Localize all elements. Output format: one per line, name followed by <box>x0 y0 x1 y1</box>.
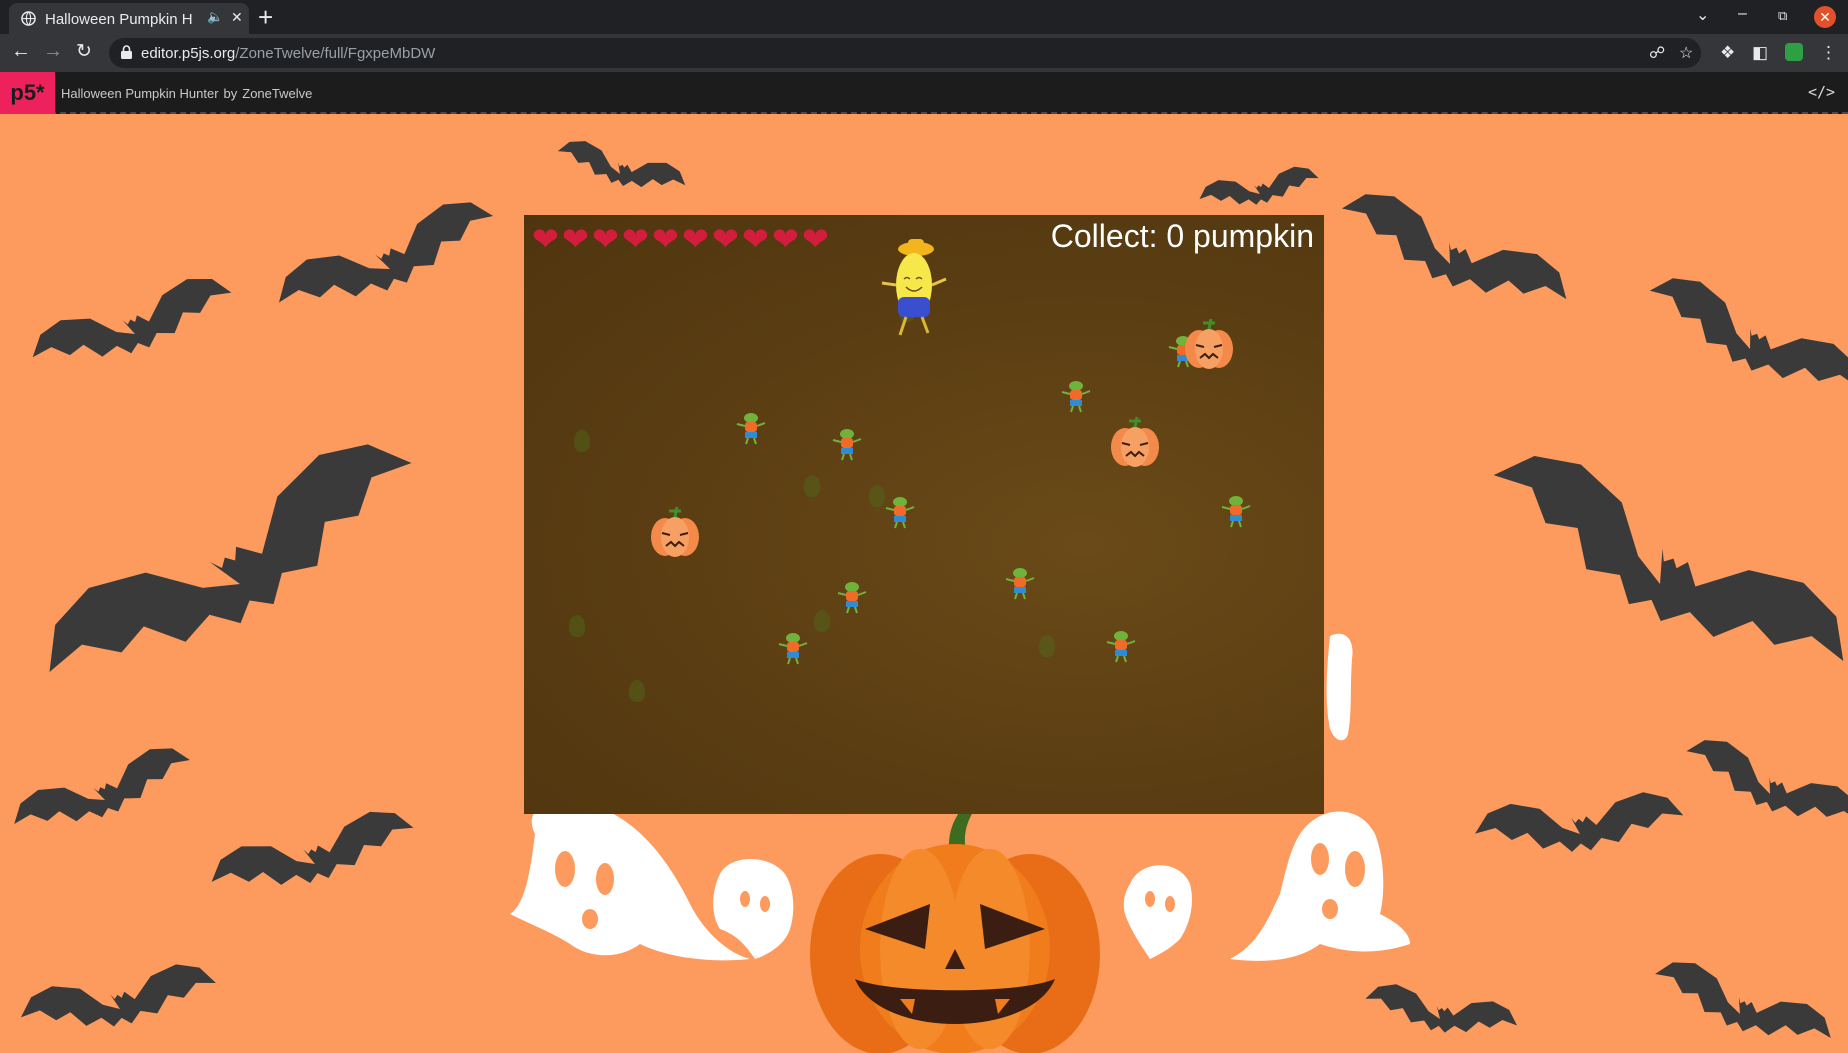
extension-icon[interactable] <box>1785 43 1803 61</box>
ghost <box>510 800 750 961</box>
game-canvas[interactable]: ❤ ❤ ❤ ❤ ❤ ❤ ❤ ❤ ❤ ❤ Collect: 0 pumpkin <box>524 215 1324 814</box>
minimize-icon[interactable]: – <box>1738 5 1747 23</box>
bat <box>24 267 240 383</box>
jack-o-lantern <box>810 804 1100 1053</box>
ghost <box>713 859 794 959</box>
bat <box>22 416 439 719</box>
bat <box>1472 788 1686 861</box>
bat <box>1637 264 1848 415</box>
url-host: editor.p5js.org <box>141 45 236 62</box>
bat <box>1361 979 1521 1045</box>
ghost <box>1230 811 1410 961</box>
bat <box>1196 162 1322 215</box>
window-close-button[interactable]: ✕ <box>1814 6 1836 28</box>
forward-icon[interactable]: → <box>43 40 63 63</box>
tab-title: Halloween Pumpkin H <box>45 11 193 28</box>
chevron-down-icon[interactable]: ⌄ <box>1696 5 1709 25</box>
bat <box>267 188 505 330</box>
bat <box>204 802 421 908</box>
bat <box>1677 729 1848 844</box>
bat <box>1330 179 1578 328</box>
url-text: editor.p5js.org/ZoneTwelve/full/FgxpeMbD… <box>141 45 435 62</box>
bat <box>6 737 199 847</box>
star-icon[interactable]: ☆ <box>1679 43 1693 63</box>
by-label: by <box>223 86 238 101</box>
new-tab-button[interactable]: + <box>258 3 273 31</box>
restore-icon[interactable]: ⧉ <box>1778 8 1787 24</box>
globe-icon <box>21 11 36 26</box>
speaker-icon[interactable]: 🔈 <box>207 9 223 25</box>
pumpkin-pickup <box>1109 415 1161 469</box>
menu-icon[interactable]: ⋮ <box>1820 43 1837 63</box>
bat <box>1646 951 1839 1053</box>
browser-toolbar: ← → ↻ editor.p5js.org/ZoneTwelve/full/Fg… <box>0 34 1848 72</box>
pumpkin-pickup <box>649 505 701 559</box>
bat <box>16 958 221 1043</box>
code-icon[interactable]: </> <box>1808 83 1835 101</box>
extensions-icon[interactable]: ❖ <box>1720 43 1735 63</box>
reload-icon[interactable]: ↻ <box>76 40 92 63</box>
bat <box>1469 430 1848 706</box>
share-icon[interactable]: ☍ <box>1649 43 1665 63</box>
browser-tab-strip: Halloween Pumpkin H 🔈 ✕ + ⌄ – ⧉ ✕ <box>0 0 1848 34</box>
side-panel-icon[interactable]: ◧ <box>1752 43 1768 63</box>
lock-icon <box>121 45 132 59</box>
back-icon[interactable]: ← <box>11 40 31 63</box>
ghost <box>1123 865 1192 959</box>
sketch-title: Halloween Pumpkin Hunter <box>61 86 219 101</box>
close-icon[interactable]: ✕ <box>231 9 243 26</box>
address-bar[interactable]: editor.p5js.org/ZoneTwelve/full/FgxpeMbD… <box>109 38 1701 68</box>
url-path: /ZoneTwelve/full/FgxpeMbDW <box>235 45 436 62</box>
browser-tab[interactable]: Halloween Pumpkin H 🔈 ✕ <box>9 3 249 34</box>
sketch-title-line: Halloween Pumpkin Hunter by ZoneTwelve <box>61 86 312 101</box>
author-link[interactable]: ZoneTwelve <box>242 86 312 101</box>
pumpkin-pickup <box>1183 317 1235 371</box>
p5-logo[interactable]: p5* <box>0 72 55 114</box>
p5-editor-header: p5* Halloween Pumpkin Hunter by ZoneTwelve… <box>0 72 1848 114</box>
bat <box>553 134 690 202</box>
pumpkins-layer <box>649 317 1235 559</box>
